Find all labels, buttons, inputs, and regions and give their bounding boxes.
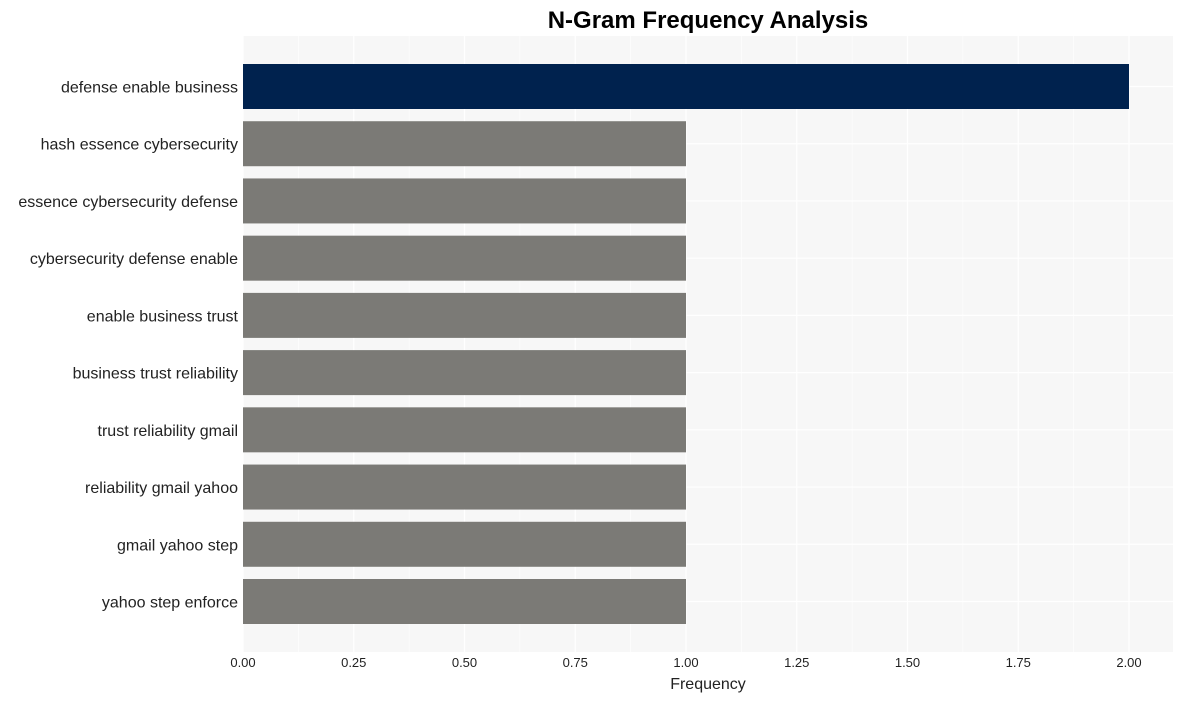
y-tick-label: defense enable business <box>61 80 238 97</box>
bar-gmail-yahoo-step <box>243 521 686 567</box>
x-axis-label: Frequency <box>670 676 746 693</box>
chart-title: N-Gram Frequency Analysis <box>548 7 869 34</box>
y-tick-label: reliability gmail yahoo <box>85 480 238 497</box>
x-tick-label: 1.25 <box>784 655 809 670</box>
bar-hash-essence-cybersecurity <box>243 121 686 167</box>
bar-business-trust-reliability <box>243 350 686 396</box>
y-axis-labels: defense enable business hash essence cybe… <box>18 80 238 612</box>
bar-reliability-gmail-yahoo <box>243 464 686 510</box>
x-tick-label: 1.00 <box>673 655 698 670</box>
y-tick-label: business trust reliability <box>73 366 238 383</box>
y-tick-label: enable business trust <box>87 308 239 325</box>
y-tick-label: cybersecurity defense enable <box>30 251 238 268</box>
y-tick-label: yahoo step enforce <box>102 595 238 612</box>
y-tick-label: essence cybersecurity defense <box>18 194 238 211</box>
x-tick-label: 0.25 <box>341 655 366 670</box>
x-tick-label: 0.00 <box>230 655 255 670</box>
x-tick-label: 1.50 <box>895 655 920 670</box>
x-tick-label: 2.00 <box>1116 655 1141 670</box>
bar-essence-cybersecurity-defense <box>243 178 686 224</box>
y-tick-label: hash essence cybersecurity <box>41 137 238 154</box>
ngram-bar-chart: N-Gram Frequency Analysis defense enable… <box>18 7 1173 693</box>
x-tick-label: 0.50 <box>452 655 477 670</box>
bar-defense-enable-business <box>243 64 1129 109</box>
x-axis-ticks: 0.00 0.25 0.50 0.75 1.00 1.25 1.50 1.75 2.00 <box>230 655 1141 670</box>
x-tick-label: 1.75 <box>1006 655 1031 670</box>
y-tick-label: gmail yahoo step <box>117 537 238 554</box>
bar-cybersecurity-defense-enable <box>243 235 686 281</box>
y-tick-label: trust reliability gmail <box>98 423 238 440</box>
bar-trust-reliability-gmail <box>243 407 686 453</box>
bar-enable-business-trust <box>243 292 686 338</box>
bar-yahoo-step-enforce <box>243 579 686 624</box>
x-tick-label: 0.75 <box>563 655 588 670</box>
